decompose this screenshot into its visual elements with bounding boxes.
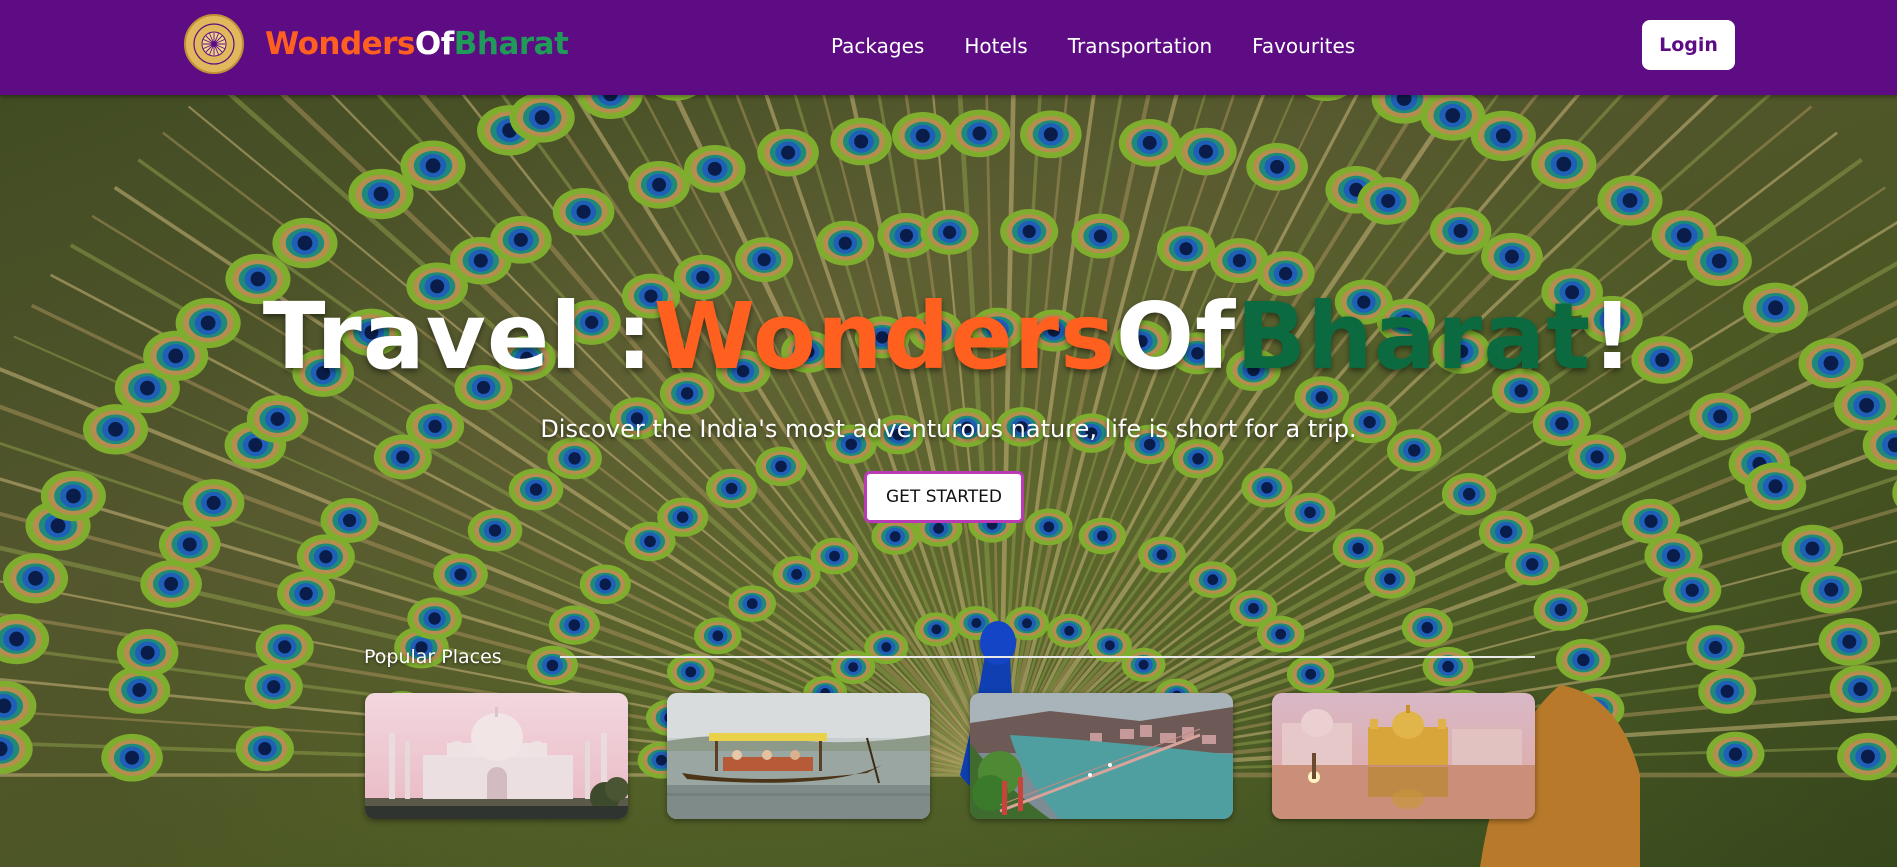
brand-logo-text[interactable]: WondersOfBharat	[265, 26, 569, 62]
nav-links: Packages Hotels Transportation Favourite…	[831, 34, 1355, 58]
place-card-golden-temple[interactable]	[1272, 693, 1535, 819]
hero-title-of: Of	[1115, 283, 1237, 390]
hero-section: Travel :WondersOfBharat! Discover the In…	[0, 95, 1897, 867]
river-bridge-image	[970, 693, 1233, 819]
hero-title: Travel :WondersOfBharat!	[0, 283, 1897, 390]
hero-title-suffix: !	[1591, 283, 1635, 390]
golden-temple-image	[1272, 693, 1535, 819]
get-started-button[interactable]: GET STARTED	[864, 471, 1024, 523]
nav-link-favourites[interactable]: Favourites	[1252, 34, 1355, 58]
place-card-dal-lake[interactable]	[667, 693, 930, 819]
popular-places-heading: Popular Places	[364, 646, 502, 668]
hero-title-wonders: Wonders	[653, 283, 1116, 390]
nav-link-packages[interactable]: Packages	[831, 34, 924, 58]
brand-part-wonders: Wonders	[265, 26, 415, 62]
taj-mahal-image	[365, 693, 628, 819]
shikara-boat-image	[667, 693, 930, 819]
brand-part-bharat: Bharat	[453, 26, 569, 62]
navbar: WondersOfBharat Packages Hotels Transpor…	[0, 0, 1897, 95]
logo-emblem[interactable]	[184, 14, 244, 74]
popular-places-divider	[560, 656, 1535, 658]
nav-link-transportation[interactable]: Transportation	[1068, 34, 1212, 58]
place-card-rishikesh[interactable]	[970, 693, 1233, 819]
hero-title-bharat: Bharat	[1236, 283, 1592, 390]
brand-part-of: Of	[414, 26, 454, 62]
nav-link-hotels[interactable]: Hotels	[964, 34, 1027, 58]
login-button[interactable]: Login	[1642, 20, 1735, 70]
hero-title-prefix: Travel :	[262, 283, 654, 390]
hero-subtitle: Discover the India's most adventurous na…	[540, 415, 1357, 443]
place-card-taj-mahal[interactable]	[365, 693, 628, 819]
